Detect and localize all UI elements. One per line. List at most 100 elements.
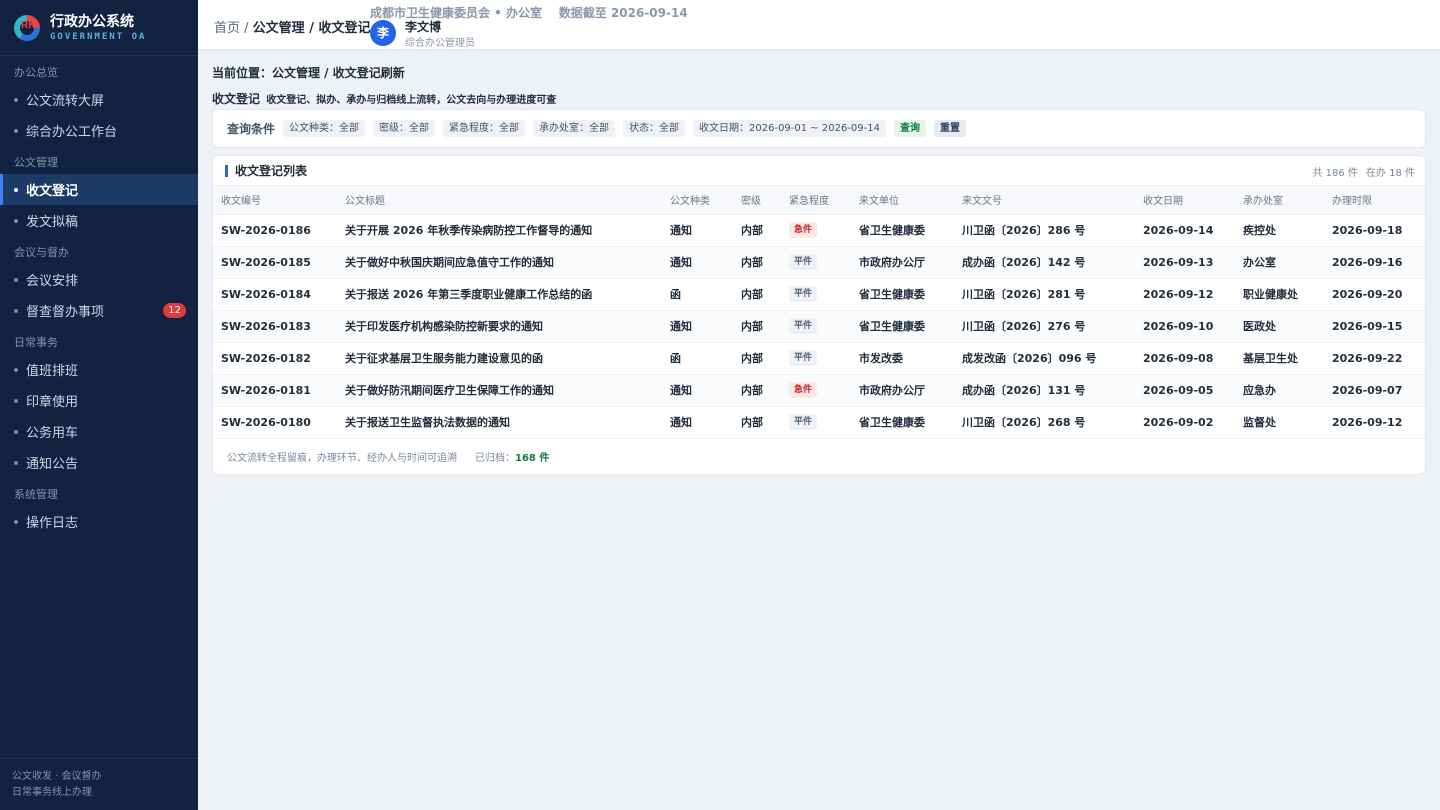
table-cell: 川卫函〔2026〕268 号	[954, 406, 1135, 439]
sidebar-item[interactable]: 督查督办事项 12	[0, 295, 198, 326]
sidebar-item[interactable]: 通知公告	[0, 447, 198, 478]
sidebar-footer-line: 公文收发 · 会议督办	[12, 771, 102, 782]
column-header: 紧急程度	[781, 186, 851, 215]
table-cell: SW-2026-0183	[213, 310, 337, 343]
table-cell: 2026-09-14	[1135, 214, 1235, 247]
table-row[interactable]: SW-2026-0185 关于做好中秋国庆期间应急值守工作的通知 通知 内部 平件 市政府…	[213, 246, 1425, 279]
document-list: 收文登记列表 共 186 件在办 18 件 收文编号 公文标题 公文种类 密级 紧急程度…	[212, 155, 1426, 475]
table-cell: 2026-09-08	[1135, 342, 1235, 375]
nav-group-label: 办公总览	[14, 66, 58, 79]
sidebar-item[interactable]: 公务用车	[0, 416, 198, 447]
table-row[interactable]: SW-2026-0186 关于开展 2026 年秋季传染病防控工作督导的通知 通知内…	[213, 214, 1425, 247]
table-cell: 平件	[781, 278, 851, 311]
sidebar-item[interactable]: 值班排班	[0, 354, 198, 385]
table-cell: 内部	[733, 214, 781, 247]
table-cell: 市政府办公厅	[851, 246, 954, 279]
filter-bar: 查询条件 公文种类：全部 密级：全部 紧急程度：全部 承办处室：全部 状态：全部…	[212, 109, 1426, 148]
query-button[interactable]: 查询	[893, 120, 926, 137]
app-title: 行政办公系统	[50, 13, 134, 30]
column-header: 公文种类	[662, 186, 733, 215]
filter-chip-doc-type[interactable]: 公文种类：全部	[283, 120, 366, 137]
logo-icon: RK	[14, 14, 40, 41]
filter-chip-urgency[interactable]: 紧急程度：全部	[443, 120, 526, 137]
table-cell[interactable]: 关于报送卫生监督执法数据的通知	[337, 406, 662, 439]
column-header: 公文标题	[337, 186, 662, 215]
table-cell[interactable]: 关于印发医疗机构感染防控新要求的通知	[337, 310, 662, 343]
filter-chip-secrecy[interactable]: 密级：全部	[373, 120, 436, 137]
sidebar-item[interactable]: 公文流转大屏	[0, 84, 198, 115]
table-cell: 平件	[781, 406, 851, 439]
table-cell: 省卫生健康委	[851, 310, 954, 343]
sidebar-item[interactable]: 会议安排	[0, 264, 198, 295]
column-header: 承办处室	[1235, 186, 1324, 215]
brand: RK 行政办公系统 GOVERNMENT OA	[0, 0, 198, 56]
list-footer: 公文流转全程留痕，办理环节、经办人与时间可追溯 已归档：168 件	[213, 439, 1425, 474]
sidebar-item[interactable]: 发文拟稿	[0, 205, 198, 236]
table-cell: 2026-09-15	[1324, 310, 1425, 343]
bullet-icon	[14, 367, 18, 372]
sidebar-item[interactable]: 印章使用	[0, 385, 198, 416]
bullet-icon	[14, 519, 18, 524]
title-accent-bar	[225, 164, 228, 177]
table-cell: 职业健康处	[1235, 278, 1324, 311]
table-cell: 市发改委	[851, 342, 954, 375]
table-cell: 2026-09-22	[1324, 342, 1425, 375]
table-cell: 函	[662, 278, 733, 311]
table-cell: 疾控处	[1235, 214, 1324, 247]
table-row[interactable]: SW-2026-0183 关于印发医疗机构感染防控新要求的通知 通知 内部 平件 省卫生健…	[213, 310, 1425, 343]
filter-chip-status[interactable]: 状态：全部	[623, 120, 686, 137]
filter-chip-date-range[interactable]: 收文日期：2026-09-01 ~ 2026-09-14	[693, 120, 886, 137]
sidebar-item[interactable]: 收文登记	[0, 174, 198, 205]
table-cell: 2026-09-07	[1324, 374, 1425, 407]
list-header: 收文登记列表 共 186 件在办 18 件	[213, 156, 1425, 186]
bullet-icon	[14, 460, 18, 465]
table-cell: 2026-09-18	[1324, 214, 1425, 247]
sidebar-item-label: 公文流转大屏	[26, 94, 105, 109]
sidebar-item-label: 操作日志	[26, 516, 79, 531]
app-subtitle: GOVERNMENT OA	[50, 31, 147, 42]
table-cell: 通知	[662, 246, 733, 279]
table-row[interactable]: SW-2026-0180 关于报送卫生监督执法数据的通知 通知 内部 平件 省卫生健康委川…	[213, 406, 1425, 439]
column-header: 来文文号	[954, 186, 1135, 215]
reset-button[interactable]: 重置	[933, 120, 966, 137]
table-cell[interactable]: 关于征求基层卫生服务能力建设意见的函	[337, 342, 662, 375]
table-cell: 急件	[781, 214, 851, 247]
footer-note: 公文流转全程留痕，办理环节、经办人与时间可追溯	[227, 452, 457, 464]
table-cell: 内部	[733, 374, 781, 407]
breadcrumb-home[interactable]: 首页	[214, 21, 240, 36]
breadcrumb: 首页 / 公文管理 / 收文登记	[214, 17, 370, 36]
sidebar: RK 行政办公系统 GOVERNMENT OA 办公总览公文流转大屏综合办公工作…	[0, 0, 198, 810]
sidebar-item[interactable]: 综合办公工作台	[0, 115, 198, 146]
table-row[interactable]: SW-2026-0184 关于报送 2026 年第三季度职业健康工作总结的函函内部…	[213, 278, 1425, 311]
urgency-badge: 平件	[789, 414, 818, 430]
table-cell: 2026-09-20	[1324, 278, 1425, 311]
user-role: 综合办公管理员	[405, 38, 475, 49]
table-cell[interactable]: 关于开展 2026 年秋季传染病防控工作督导的通知	[337, 214, 662, 247]
archived-summary: 已归档：168 件	[475, 449, 549, 464]
table-cell: 市政府办公厅	[851, 374, 954, 407]
list-title: 收文登记列表	[235, 164, 308, 178]
column-header: 密级	[733, 186, 781, 215]
table-row[interactable]: SW-2026-0181 关于做好防汛期间医疗卫生保障工作的通知 通知 内部 急件 市政府…	[213, 374, 1425, 407]
table-cell[interactable]: 关于做好防汛期间医疗卫生保障工作的通知	[337, 374, 662, 407]
table-cell[interactable]: 关于做好中秋国庆期间应急值守工作的通知	[337, 246, 662, 279]
breadcrumb-path: 公文管理 / 收文登记	[252, 21, 371, 36]
filter-chip-department[interactable]: 承办处室：全部	[533, 120, 616, 137]
table-cell: SW-2026-0180	[213, 406, 337, 439]
table-cell: 内部	[733, 406, 781, 439]
avatar[interactable]: 李	[370, 20, 396, 46]
table-cell: 成发改函〔2026〕096 号	[954, 342, 1135, 375]
table-cell: 2026-09-13	[1135, 246, 1235, 279]
bullet-icon	[14, 429, 18, 434]
bullet-icon	[14, 128, 18, 133]
sidebar-item[interactable]: 操作日志	[0, 506, 198, 537]
archived-label: 已归档：	[475, 452, 515, 464]
sidebar-item-label: 督查督办事项	[26, 305, 105, 320]
document-table: 收文编号 公文标题 公文种类 密级 紧急程度 来文单位 来文文号 收文日期 承办处室 办理时限 S…	[213, 186, 1425, 439]
table-cell[interactable]: 关于报送 2026 年第三季度职业健康工作总结的函	[337, 278, 662, 311]
nav-group-label: 日常事务	[14, 336, 58, 349]
table-row[interactable]: SW-2026-0182 关于征求基层卫生服务能力建设意见的函函内部 平件 市发改委成…	[213, 342, 1425, 375]
table-cell: 川卫函〔2026〕281 号	[954, 278, 1135, 311]
table-cell: 省卫生健康委	[851, 406, 954, 439]
page-title: 收文登记	[212, 92, 261, 106]
